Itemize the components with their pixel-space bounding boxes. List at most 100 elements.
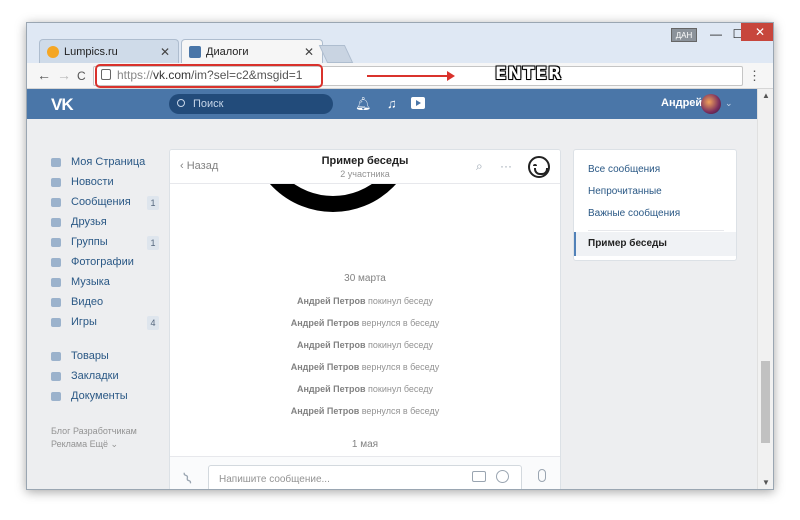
url-highlight-box [95,64,323,88]
main-content: Моя Страница Новости Сообщения 1 Друзья Г… [27,119,757,489]
person-icon [51,218,61,227]
event-action: вернулся в беседу [361,318,440,328]
system-message: Андрей Петров покинул беседу [170,334,560,356]
scrollbar-thumb[interactable] [761,361,770,443]
event-name[interactable]: Андрей Петров [291,406,359,416]
search-input[interactable]: Поиск [169,94,333,114]
left-sidebar: Моя Страница Новости Сообщения 1 Друзья Г… [49,153,159,451]
conversation-header: ‹ Назад Пример беседы 2 участника ⌕ ··· [170,150,560,184]
count-badge: 4 [147,316,159,330]
sidebar-item-label: Документы [71,390,128,402]
message-composer: ⌇ Напишите сообщение... [170,456,560,489]
page-scrollbar[interactable]: ▲ ▼ [757,89,773,489]
close-tab-icon[interactable]: ✕ [160,45,170,59]
sidebar-item-bookmarks[interactable]: Закладки [49,367,159,387]
tab-lumpics[interactable]: Lumpics.ru ✕ [39,39,179,63]
date-divider: 1 мая [351,439,379,450]
sidebar-item-label: Музыка [71,276,110,288]
sidebar-item-label: Закладки [71,370,119,382]
emoji-icon[interactable] [496,470,509,483]
camera-icon [51,258,61,267]
avatar[interactable] [701,94,721,114]
sidebar-item-friends[interactable]: Друзья [49,213,159,233]
footer-links-2[interactable]: Реклама Ещё ⌄ [51,438,159,451]
event-name[interactable]: Андрей Петров [297,296,365,306]
paperclip-icon[interactable]: ⌇ [180,468,197,489]
bell-icon[interactable]: 🔔︎ [355,96,372,112]
search-icon[interactable]: ⌕ [476,159,483,174]
sidebar-item-groups[interactable]: Группы 1 [49,233,159,253]
sidebar-item-documents[interactable]: Документы [49,387,159,407]
document-icon [51,392,61,401]
title-bar: Lumpics.ru ✕ Диалоги ✕ ДАН — ☐ ✕ [27,23,773,63]
count-badge: 1 [147,236,159,250]
event-action: вернулся в беседу [361,406,440,416]
active-conversation-item[interactable]: Пример беседы [574,232,736,256]
scroll-down-icon[interactable]: ▼ [762,478,770,487]
sidebar-item-messages[interactable]: Сообщения 1 [49,193,159,213]
sidebar-item-label: Сообщения [71,196,131,208]
message-filters-panel: Все сообщения Непрочитанные Важные сообщ… [573,149,737,261]
more-icon[interactable]: ··· [500,159,512,173]
sidebar-item-label: Фотографии [71,256,134,268]
tab-dialogs[interactable]: Диалоги ✕ [181,39,323,63]
tab-label: Lumpics.ru [64,46,118,58]
search-placeholder: Поиск [193,98,224,110]
count-badge: 1 [147,196,159,210]
event-name[interactable]: Андрей Петров [291,362,359,372]
tab-label: Диалоги [206,46,249,58]
new-tab-button[interactable] [318,45,354,63]
user-name[interactable]: Андрей [661,97,702,109]
play-icon[interactable] [411,97,425,109]
sidebar-item-my-page[interactable]: Моя Страница [49,153,159,173]
forward-arrow-icon[interactable]: → [57,67,71,83]
search-icon [177,99,185,107]
star-icon [51,372,61,381]
system-message: Андрей Петров вернулся в беседу [170,312,560,334]
close-tab-icon[interactable]: ✕ [304,45,314,59]
microphone-icon[interactable] [538,469,546,482]
conversation-avatar[interactable] [528,156,550,178]
filter-all-messages[interactable]: Все сообщения [588,164,660,175]
date-divider: 30 марта [344,273,386,284]
music-icon [51,278,61,287]
event-action: покинул беседу [368,384,433,394]
event-action: покинул беседу [368,296,433,306]
sidebar-item-video[interactable]: Видео [49,293,159,313]
sidebar-item-goods[interactable]: Товары [49,347,159,367]
bag-icon [51,352,61,361]
event-name[interactable]: Андрей Петров [291,318,359,328]
sidebar-item-music[interactable]: Музыка [49,273,159,293]
sidebar-item-games[interactable]: Игры 4 [49,313,159,333]
vk-favicon-icon [189,46,201,58]
music-icon[interactable]: ♫ [387,96,397,111]
camera-icon[interactable] [472,471,486,482]
footer-links-1[interactable]: Блог Разработчикам [51,425,159,438]
close-window-button[interactable]: ✕ [741,23,773,41]
browser-menu-icon[interactable]: ⋮ [748,68,761,84]
reload-icon[interactable]: C [77,69,86,83]
vk-logo[interactable]: VK [51,95,74,115]
home-icon [51,158,61,167]
conversation-panel: ‹ Назад Пример беседы 2 участника ⌕ ··· … [169,149,561,489]
event-name[interactable]: Андрей Петров [297,384,365,394]
event-action: покинул беседу [368,340,433,350]
sidebar-item-photos[interactable]: Фотографии [49,253,159,273]
chevron-down-icon[interactable]: ⌄ [725,98,733,109]
filter-unread[interactable]: Непрочитанные [588,186,662,197]
sidebar-item-label: Группы [71,236,108,248]
message-history: 30 марта Андрей Петров покинул беседу Ан… [170,268,560,456]
filter-important[interactable]: Важные сообщения [588,208,680,219]
sidebar-item-label: Видео [71,296,104,308]
chat-icon [51,198,61,207]
back-arrow-icon[interactable]: ← [37,67,51,83]
scroll-up-icon[interactable]: ▲ [762,91,770,100]
language-indicator: ДАН [671,28,697,42]
browser-toolbar: ← → C https://vk.com/im?sel=c2&msgid=1 E… [27,63,773,89]
sidebar-item-label: Моя Страница [71,156,146,168]
event-name[interactable]: Андрей Петров [297,340,365,350]
system-message: Андрей Петров вернулся в беседу [170,400,560,422]
sidebar-item-news[interactable]: Новости [49,173,159,193]
sidebar-item-label: Новости [71,176,114,188]
